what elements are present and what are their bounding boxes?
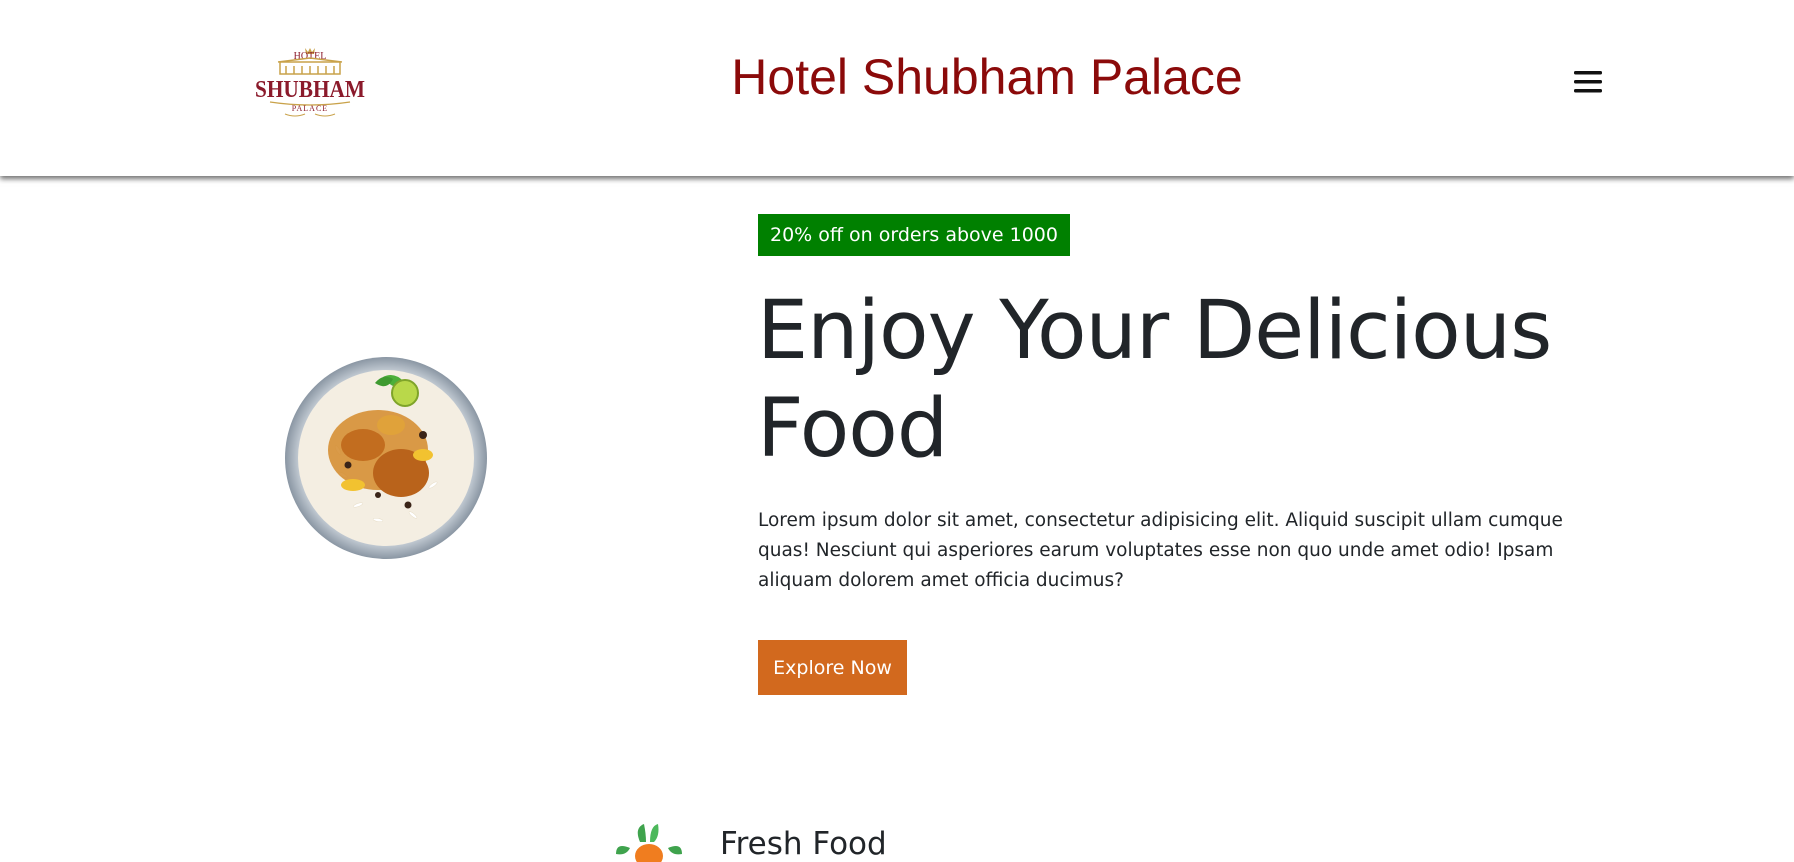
- hero-description: Lorem ipsum dolor sit amet, consectetur …: [758, 510, 1563, 591]
- site-title: Hotel Shubham Palace: [731, 49, 1243, 105]
- biryani-plate-image: [285, 357, 487, 559]
- feature-title-fresh-food: Fresh Food: [720, 826, 887, 862]
- site-header: HOTEL SHUBHAM PALACE Hotel Shubham Palac…: [0, 0, 1794, 176]
- offer-badge: 20% off on orders above 1000: [758, 214, 1070, 256]
- hamburger-menu-icon: [1574, 71, 1602, 93]
- menu-toggle-button[interactable]: [1573, 68, 1603, 96]
- hero-heading: Enjoy Your Delicious Food: [757, 284, 1552, 476]
- vegetable-icon: [616, 824, 682, 862]
- explore-now-button[interactable]: Explore Now: [758, 640, 907, 695]
